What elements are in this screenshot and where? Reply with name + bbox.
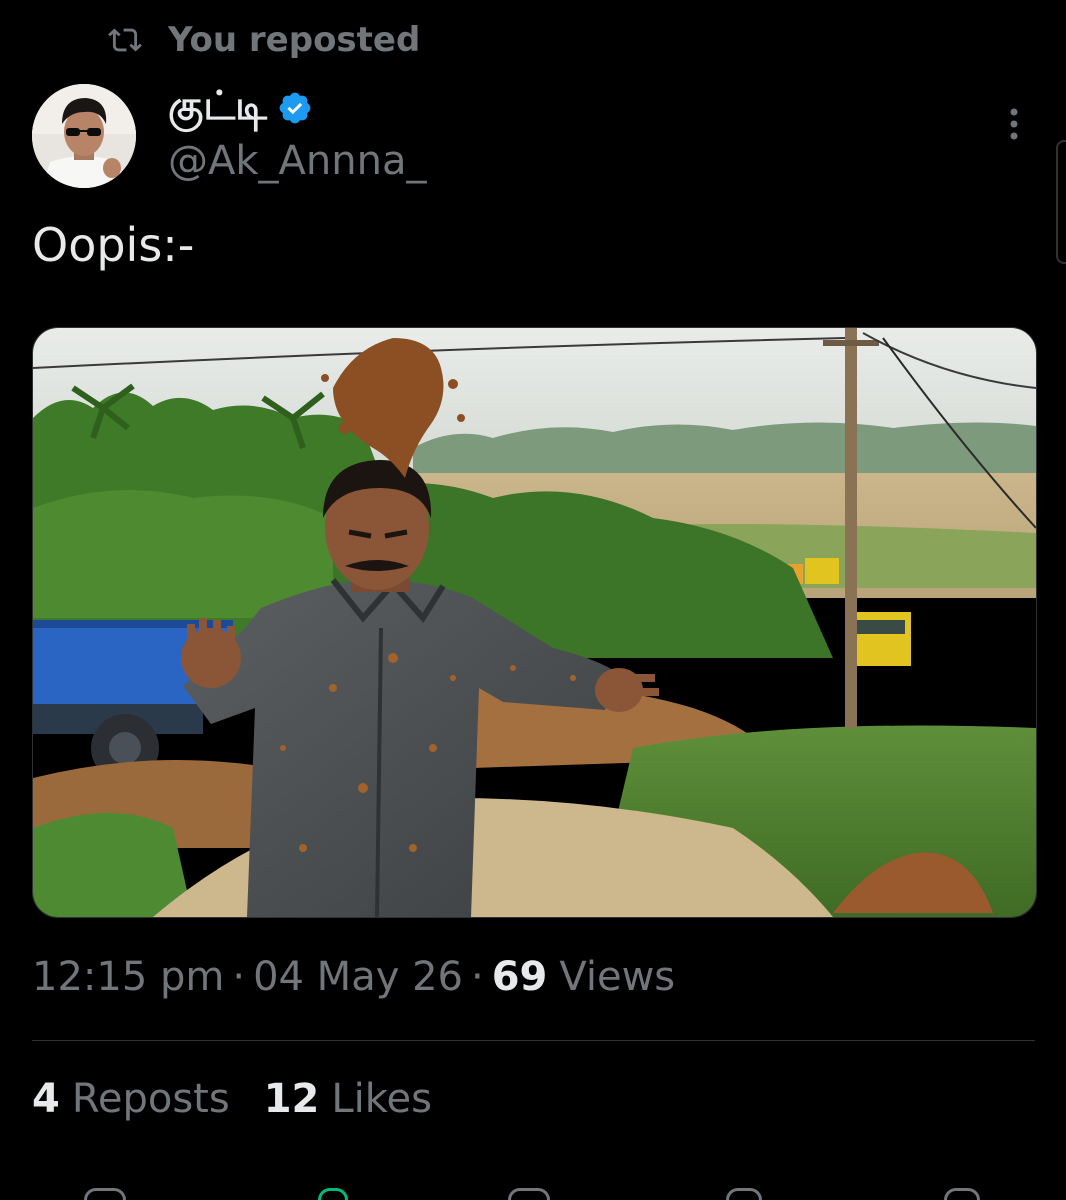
more-options-button[interactable] — [996, 104, 1032, 144]
author-handle: @Ak_Annna_ — [168, 138, 427, 184]
action-bar — [32, 1188, 1035, 1200]
engagement-stats: 4 Reposts 12 Likes — [32, 1076, 432, 1122]
reposts-count[interactable]: 4 — [32, 1076, 60, 1122]
repost-banner: You reposted — [108, 18, 420, 62]
photo-man-throwing-soil — [33, 328, 1036, 917]
tweet-meta: 12:15 pm · 04 May 26 · 69 Views — [32, 954, 675, 1000]
meta-separator: · — [232, 954, 246, 1000]
verified-badge-icon — [277, 90, 313, 126]
tweet-date: 04 May 26 — [253, 954, 463, 1000]
views-count: 69 — [491, 954, 548, 1000]
tweet-text: Oopis:- — [32, 218, 195, 272]
scroll-handle[interactable] — [1056, 140, 1066, 264]
profile-avatar-image — [32, 84, 136, 188]
reply-icon[interactable] — [84, 1188, 126, 1200]
author-info[interactable]: குட்டி @Ak_Annna_ — [168, 82, 427, 186]
views-label[interactable]: Views — [559, 954, 675, 1000]
reposts-label[interactable]: Reposts — [72, 1076, 230, 1122]
repost-icon — [108, 23, 142, 57]
likes-label[interactable]: Likes — [331, 1076, 432, 1122]
tweet-time: 12:15 pm — [32, 954, 225, 1000]
share-icon[interactable] — [944, 1188, 980, 1200]
repost-banner-text: You reposted — [168, 20, 421, 60]
likes-count[interactable]: 12 — [264, 1076, 320, 1122]
tweet-detail-page: You reposted குட்டி @Ak_Annna_ Oopis:- 1… — [0, 0, 1066, 1200]
tweet-media[interactable] — [32, 327, 1037, 918]
author-name-row: குட்டி — [168, 82, 426, 132]
bookmark-icon[interactable] — [726, 1188, 762, 1200]
more-vertical-icon — [1010, 108, 1018, 140]
author-avatar[interactable] — [32, 84, 136, 188]
like-icon[interactable] — [508, 1188, 550, 1200]
divider — [32, 1040, 1035, 1041]
meta-separator: · — [470, 954, 484, 1000]
author-display-name: குட்டி — [168, 82, 267, 129]
repost-action-icon[interactable] — [318, 1188, 348, 1200]
